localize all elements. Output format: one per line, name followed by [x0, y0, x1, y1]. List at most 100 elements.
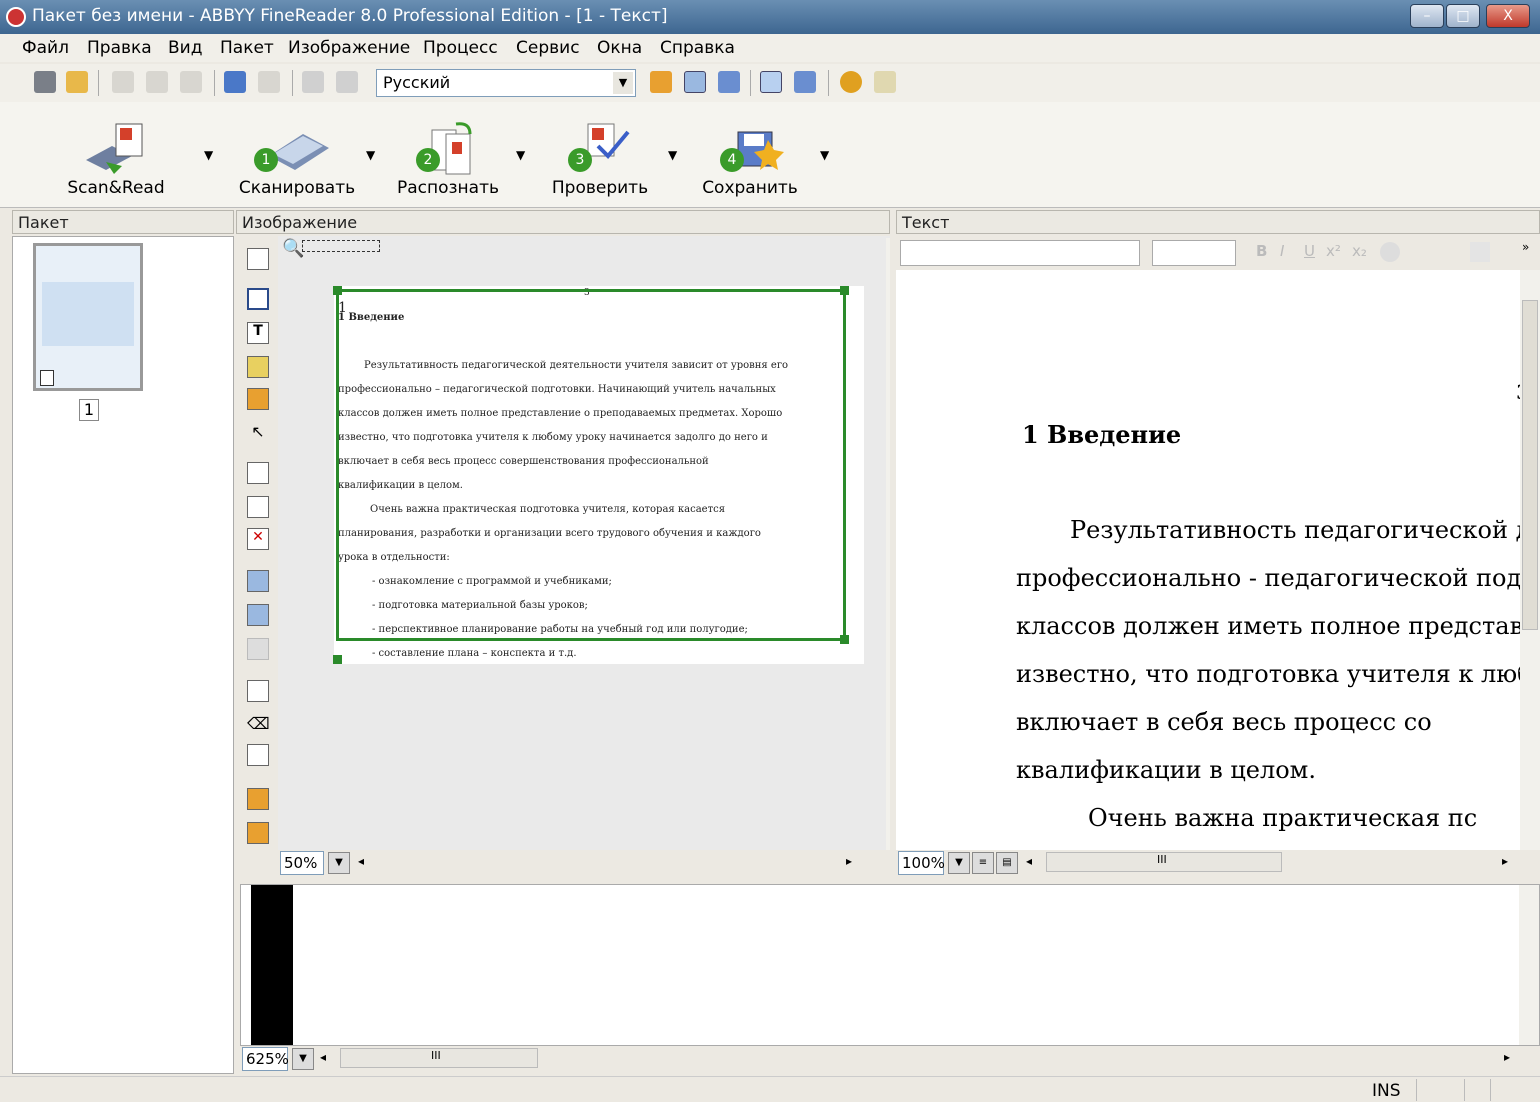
scan-button[interactable]: 1 Сканировать: [238, 114, 356, 204]
image-text-view-icon[interactable]: [684, 71, 706, 93]
text-view-icon[interactable]: [718, 71, 740, 93]
recognize-button[interactable]: 2 Распознать: [392, 114, 504, 204]
previous-page-icon[interactable]: [302, 71, 324, 93]
text-page-mode-icon[interactable]: ▤: [996, 852, 1018, 874]
menu-batch[interactable]: Пакет: [220, 38, 274, 58]
scroll-left-icon[interactable]: ◂: [1026, 854, 1032, 868]
zoom-pane-zoom-field[interactable]: 625%: [242, 1047, 289, 1071]
merge-cell-icon[interactable]: [247, 638, 269, 660]
delete-area-icon[interactable]: ✕: [247, 528, 269, 550]
recognize-dropdown-icon[interactable]: ▼: [516, 148, 525, 162]
scroll-right-icon[interactable]: ▸: [1502, 854, 1508, 868]
close-button[interactable]: X: [1486, 4, 1530, 28]
scroll-right-icon[interactable]: ▸: [846, 854, 852, 868]
zoom-status-bar: 625% ▼ ◂ III ▸: [240, 1046, 1540, 1072]
text-zoom-field[interactable]: 100%: [898, 851, 945, 875]
crop-icon[interactable]: [247, 680, 269, 702]
scroll-thumb[interactable]: [1522, 300, 1538, 630]
eraser-icon[interactable]: ⌫: [247, 714, 270, 736]
paste-icon[interactable]: [180, 71, 202, 93]
text-view-mode-icon[interactable]: ≡: [972, 852, 994, 874]
more-tools-icon[interactable]: »: [1522, 240, 1529, 254]
scan-dropdown-icon[interactable]: ▼: [366, 148, 375, 162]
zoom-vscroll[interactable]: [1519, 885, 1539, 1045]
table-area-icon[interactable]: [247, 356, 269, 378]
zoom-pane[interactable]: [240, 884, 1540, 1046]
underline-icon[interactable]: U: [1304, 242, 1315, 260]
picture-area-icon[interactable]: [247, 388, 269, 410]
divider: [1464, 1079, 1465, 1101]
check-dropdown-icon[interactable]: ▼: [668, 148, 677, 162]
undo-icon[interactable]: [224, 71, 246, 93]
align-icon[interactable]: [1470, 242, 1490, 262]
menu-view[interactable]: Вид: [168, 38, 202, 58]
menu-service[interactable]: Сервис: [516, 38, 580, 58]
scan-read-dropdown-icon[interactable]: ▼: [204, 148, 213, 162]
scroll-right-icon[interactable]: ▸: [1504, 1050, 1510, 1064]
save-dropdown-icon[interactable]: ▼: [820, 148, 829, 162]
text-vscroll[interactable]: [1520, 270, 1540, 850]
table-layout-icon[interactable]: [794, 71, 816, 93]
area-select-icon[interactable]: [247, 288, 269, 310]
open-icon[interactable]: [66, 71, 88, 93]
text-area-icon[interactable]: T: [247, 322, 269, 344]
check-button[interactable]: 3 Проверить: [544, 114, 656, 204]
scroll-left-icon[interactable]: ◂: [358, 854, 364, 868]
split-cell-icon[interactable]: [247, 604, 269, 626]
two-pane-layout-icon[interactable]: [760, 71, 782, 93]
font-size-select[interactable]: [1152, 240, 1236, 266]
menu-process[interactable]: Процесс: [423, 38, 498, 58]
title-bar: Пакет без имени - ABBYY FineReader 8.0 P…: [0, 0, 1540, 34]
magnifier-tool-icon[interactable]: [247, 248, 269, 270]
chevron-down-icon[interactable]: ▼: [613, 72, 633, 94]
add-area-icon[interactable]: [247, 462, 269, 484]
image-view-icon[interactable]: [650, 71, 672, 93]
cut-area-icon[interactable]: [247, 496, 269, 518]
italic-icon[interactable]: I: [1280, 242, 1284, 260]
bold-icon[interactable]: B: [1256, 242, 1267, 260]
minimize-button[interactable]: –: [1410, 4, 1444, 28]
image-recognize-icon[interactable]: [247, 788, 269, 810]
menu-windows[interactable]: Окна: [597, 38, 642, 58]
add-cell-icon[interactable]: [247, 570, 269, 592]
copy-icon[interactable]: [146, 71, 168, 93]
image-rotate-icon[interactable]: [247, 822, 269, 844]
standard-toolbar: Русский ▼: [0, 64, 1540, 102]
menu-help[interactable]: Справка: [660, 38, 735, 58]
superscript-icon[interactable]: x²: [1326, 242, 1341, 260]
style-icon[interactable]: [1380, 242, 1400, 262]
image-vscroll[interactable]: [886, 238, 890, 850]
scroll-left-icon[interactable]: ◂: [320, 1050, 326, 1064]
font-select[interactable]: [900, 240, 1140, 266]
text-editor[interactable]: 3 1 Введение Результативность педагогиче…: [896, 270, 1520, 850]
scan-read-button[interactable]: Scan&Read: [54, 114, 178, 204]
image-zoom-dropdown-icon[interactable]: ▼: [328, 852, 350, 874]
image-canvas[interactable]: 🔍 3 1 1 Введение Результативность педаго…: [278, 236, 890, 850]
pointer-icon[interactable]: ↖: [247, 422, 269, 444]
menu-edit[interactable]: Правка: [87, 38, 152, 58]
options-icon[interactable]: [840, 71, 862, 93]
new-batch-icon[interactable]: [34, 71, 56, 93]
image-zoom-field[interactable]: 50%: [280, 851, 324, 875]
maximize-button[interactable]: □: [1446, 4, 1480, 28]
text-zoom-dropdown-icon[interactable]: ▼: [948, 852, 970, 874]
zoom-hscroll-thumb[interactable]: III: [340, 1048, 538, 1068]
step-number-badge: 4: [720, 148, 744, 172]
cut-icon[interactable]: [112, 71, 134, 93]
language-select[interactable]: Русский ▼: [376, 69, 636, 97]
zoom-pane-dropdown-icon[interactable]: ▼: [292, 1048, 314, 1070]
redo-icon[interactable]: [258, 71, 280, 93]
doc-line: профессионально – педагогической подгото…: [338, 384, 776, 395]
text-hscroll-thumb[interactable]: III: [1046, 852, 1282, 872]
help-book-icon[interactable]: [874, 71, 896, 93]
text-line: классов должен иметь полное представле: [1016, 612, 1520, 640]
page-properties-icon[interactable]: [247, 744, 269, 766]
menu-image[interactable]: Изображение: [288, 38, 410, 58]
page-thumbnail[interactable]: [33, 243, 143, 391]
step-number-badge: 3: [568, 148, 592, 172]
subscript-icon[interactable]: x₂: [1352, 242, 1367, 260]
menu-file[interactable]: Файл: [22, 38, 69, 58]
next-page-icon[interactable]: [336, 71, 358, 93]
save-button[interactable]: 4 Сохранить: [694, 114, 806, 204]
text-format-bar: B I U x² x₂ »: [896, 236, 1540, 270]
